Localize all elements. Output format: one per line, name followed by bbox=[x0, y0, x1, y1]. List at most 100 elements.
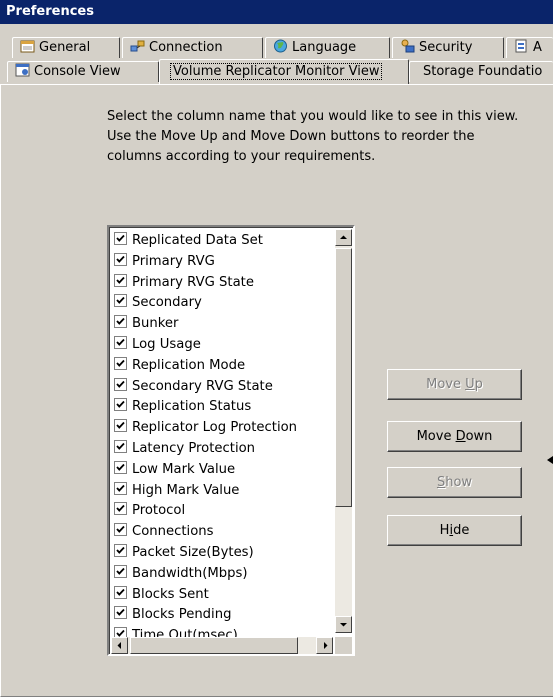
advanced-icon bbox=[514, 39, 529, 53]
tab-language[interactable]: Language bbox=[265, 37, 390, 58]
column-checkbox[interactable] bbox=[114, 398, 127, 412]
column-checkbox[interactable] bbox=[114, 543, 127, 557]
column-checkbox[interactable] bbox=[114, 273, 127, 287]
tab-vvr-monitor-view[interactable]: Volume Replicator Monitor View bbox=[159, 59, 409, 84]
column-row[interactable]: Primary RVG State bbox=[111, 273, 335, 294]
column-row[interactable]: Bunker bbox=[111, 314, 335, 335]
checkmark-icon bbox=[116, 276, 125, 284]
hscroll-thumb[interactable] bbox=[130, 637, 298, 654]
column-checkbox[interactable] bbox=[114, 315, 127, 329]
move-up-accelerator: U bbox=[465, 377, 475, 392]
checkmark-icon bbox=[116, 401, 125, 409]
column-checkbox[interactable] bbox=[114, 294, 127, 308]
column-checkbox[interactable] bbox=[114, 585, 127, 599]
column-row[interactable]: Connections bbox=[111, 522, 335, 543]
checkmark-icon bbox=[116, 546, 125, 554]
column-label: Blocks Sent bbox=[132, 586, 209, 602]
tab-general[interactable]: General bbox=[12, 37, 120, 58]
move-up-button[interactable]: Move Up bbox=[387, 369, 522, 400]
column-listbox[interactable]: Replicated Data Set Primary RVG Primary RV… bbox=[107, 225, 355, 656]
column-label: Secondary bbox=[132, 295, 202, 311]
checkmark-icon bbox=[116, 505, 125, 513]
scroll-left-button[interactable] bbox=[111, 637, 128, 654]
tab-security-label: Security bbox=[419, 40, 473, 55]
calendar-icon bbox=[20, 39, 35, 53]
show-accelerator: S bbox=[436, 475, 446, 490]
column-checkbox[interactable] bbox=[114, 252, 127, 266]
horizontal-scrollbar[interactable] bbox=[111, 637, 333, 654]
hide-button[interactable]: Hide bbox=[387, 515, 522, 546]
column-row[interactable]: Packet Size(Bytes) bbox=[111, 543, 335, 564]
window-title: Preferences bbox=[0, 0, 553, 24]
column-checkbox[interactable] bbox=[114, 523, 127, 537]
tab-connection[interactable]: Connection bbox=[122, 37, 263, 58]
tab-advanced-label: A bbox=[533, 40, 542, 55]
checkmark-icon bbox=[116, 234, 125, 242]
checkmark-icon bbox=[116, 422, 125, 429]
column-row[interactable]: Replicated Data Set bbox=[111, 231, 335, 252]
column-row[interactable]: Blocks Sent bbox=[111, 585, 335, 606]
checkmark-icon bbox=[116, 359, 125, 367]
column-row[interactable]: High Mark Value bbox=[111, 481, 335, 502]
column-checkbox[interactable] bbox=[114, 606, 127, 620]
column-row[interactable]: Secondary RVG State bbox=[111, 377, 335, 398]
move-up-label-pre: Move bbox=[426, 377, 466, 392]
move-down-accelerator: D bbox=[455, 429, 466, 444]
checkmark-icon bbox=[116, 463, 125, 471]
console-icon bbox=[15, 63, 30, 77]
column-checkbox[interactable] bbox=[114, 481, 127, 495]
column-row[interactable]: Log Usage bbox=[111, 335, 335, 356]
column-row[interactable]: Replication Mode bbox=[111, 356, 335, 377]
column-checkbox[interactable] bbox=[114, 439, 127, 453]
column-label: Blocks Pending bbox=[132, 607, 232, 623]
show-button[interactable]: Show bbox=[387, 467, 522, 498]
column-row[interactable]: Protocol bbox=[111, 501, 335, 522]
column-row[interactable]: Bandwidth(Mbps) bbox=[111, 564, 335, 585]
tab-vvr-monitor-view-label: Volume Replicator Monitor View bbox=[169, 63, 383, 80]
column-label: High Mark Value bbox=[132, 482, 240, 498]
move-down-button[interactable]: Move Down bbox=[387, 421, 522, 452]
tab-security[interactable]: Security bbox=[392, 37, 504, 58]
tab-console-view-label: Console View bbox=[34, 64, 121, 79]
column-checkbox[interactable] bbox=[114, 377, 127, 391]
column-row[interactable]: Primary RVG bbox=[111, 252, 335, 273]
checkmark-icon bbox=[116, 380, 125, 388]
scroll-right-button[interactable] bbox=[316, 637, 333, 654]
column-checkbox[interactable] bbox=[114, 419, 127, 433]
column-row[interactable]: Replication Status bbox=[111, 397, 335, 418]
scroll-thumb[interactable] bbox=[335, 248, 352, 507]
arrow-left-icon bbox=[117, 642, 121, 649]
scroll-up-button[interactable] bbox=[335, 229, 352, 246]
column-row[interactable]: Low Mark Value bbox=[111, 460, 335, 481]
column-label: Replication Mode bbox=[132, 357, 246, 373]
tab-storage-foundation[interactable]: Storage Foundatio bbox=[409, 61, 553, 82]
column-label: Connections bbox=[132, 524, 214, 540]
column-checkbox[interactable] bbox=[114, 356, 127, 370]
column-checkbox[interactable] bbox=[114, 502, 127, 516]
checkmark-icon bbox=[116, 338, 125, 346]
column-checkbox[interactable] bbox=[114, 232, 127, 245]
column-checkbox[interactable] bbox=[114, 335, 127, 349]
tab-advanced[interactable]: A bbox=[506, 37, 553, 58]
move-down-label-post: own bbox=[465, 429, 493, 444]
column-label: Low Mark Value bbox=[132, 461, 236, 477]
column-row[interactable]: Secondary bbox=[111, 293, 335, 314]
column-checkbox[interactable] bbox=[114, 564, 127, 578]
arrow-right-icon bbox=[324, 642, 328, 649]
column-checkbox[interactable] bbox=[114, 460, 127, 474]
column-row[interactable]: Replicator Log Protection bbox=[111, 418, 335, 439]
tab-language-label: Language bbox=[292, 40, 357, 55]
checkmark-icon bbox=[116, 318, 125, 326]
tab-console-view[interactable]: Console View bbox=[7, 61, 159, 82]
checkmark-icon bbox=[116, 609, 125, 617]
vertical-scrollbar[interactable] bbox=[335, 229, 352, 633]
checkmark-icon bbox=[116, 567, 125, 575]
tab-storage-foundation-label: Storage Foundatio bbox=[423, 64, 543, 79]
column-row[interactable]: Latency Protection bbox=[111, 439, 335, 460]
column-row[interactable]: Blocks Pending bbox=[111, 605, 335, 626]
move-up-label-post: p bbox=[474, 377, 483, 392]
scroll-down-button[interactable] bbox=[335, 616, 352, 633]
hide-label-post: de bbox=[453, 523, 470, 538]
column-label: Bandwidth(Mbps) bbox=[132, 565, 248, 581]
connection-icon bbox=[130, 39, 145, 53]
